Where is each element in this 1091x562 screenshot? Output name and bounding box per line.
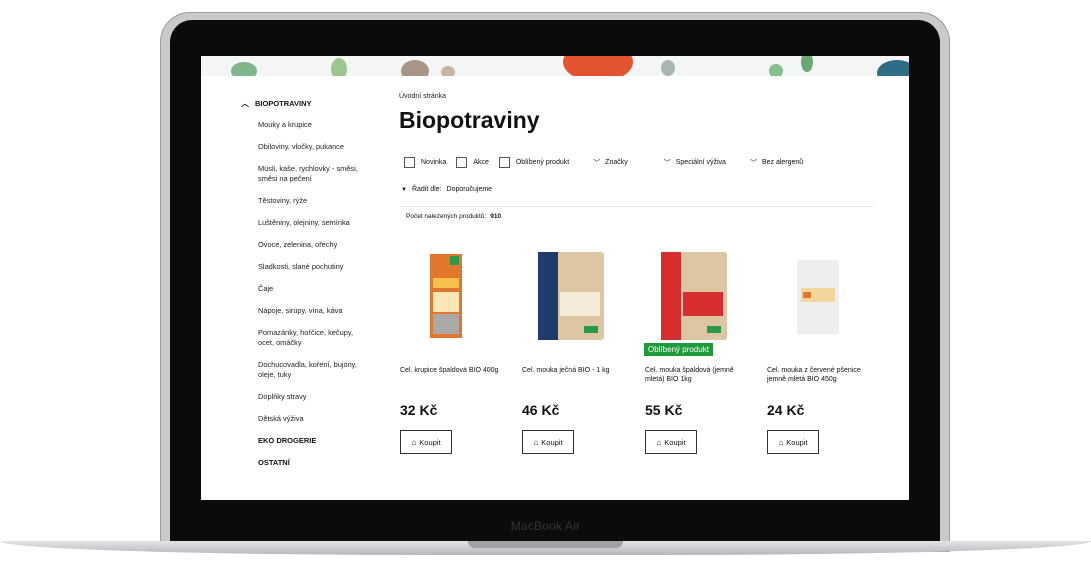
- checkbox[interactable]: [498, 157, 510, 168]
- leaf-decoration: [231, 62, 257, 76]
- product-card[interactable]: Oblíbený produkt Cel. mouka špaldová (je…: [644, 248, 755, 454]
- buy-button[interactable]: ⌂ Koupit: [522, 430, 574, 454]
- leaf-decoration: [441, 66, 455, 76]
- sort-label: Řadit dle:: [411, 186, 442, 193]
- product-name[interactable]: Cel. mouka ječná BIO - 1 kg: [522, 366, 632, 394]
- shopping-bag-icon: ⌂: [656, 437, 662, 447]
- buy-button[interactable]: ⌂ Koupit: [645, 430, 697, 454]
- product-card[interactable]: Cel. krupice špaldová BIO 400g 32 Kč ⌂ K…: [400, 248, 510, 454]
- decorative-banner: [201, 56, 909, 76]
- sidebar-item[interactable]: Obiloviny, vločky, pukance: [258, 142, 371, 152]
- sidebar-item[interactable]: Čaje: [258, 284, 371, 294]
- dropdown-label: Bez alergenů: [761, 159, 804, 166]
- sidebar-item[interactable]: Sladkosti, slané pochutiny: [258, 262, 371, 272]
- dropdown-specialni-vyziva[interactable]: ﹀ Speciální výživa: [664, 158, 726, 168]
- filter-oblibeny-produkt[interactable]: Oblíbený produkt: [498, 157, 570, 168]
- product-package-image: [538, 252, 604, 340]
- filter-akce[interactable]: Akce: [456, 157, 489, 168]
- product-price: 24 Kč: [767, 402, 805, 418]
- buy-button[interactable]: ⌂ Koupit: [400, 430, 452, 454]
- sort-value: Doporučujeme: [446, 186, 493, 193]
- product-package-image: [430, 254, 462, 338]
- filter-label: Akce: [473, 159, 489, 166]
- shopping-bag-icon: ⌂: [411, 437, 417, 447]
- chevron-down-icon: ﹀: [749, 159, 757, 167]
- screen: ︿ BIOPOTRAVINY Mouky a krupice Obiloviny…: [201, 56, 909, 500]
- chevron-down-icon: ﹀: [663, 159, 671, 167]
- laptop-notch: [468, 541, 623, 548]
- category-biopotraviny[interactable]: ︿ BIOPOTRAVINY: [241, 98, 371, 109]
- sidebar-item[interactable]: Pomazánky, hořčice, kečupy, ocet, omáčky: [258, 328, 371, 348]
- sidebar-item[interactable]: Dětská výživa: [258, 414, 371, 424]
- product-image[interactable]: [522, 248, 632, 346]
- sidebar-item[interactable]: Nápoje, sirupy, vína, káva: [258, 306, 371, 316]
- sort-control[interactable]: ▼ Řadit dle: Doporučujeme: [401, 186, 492, 193]
- flower-decoration: [563, 56, 633, 76]
- category-ostatni[interactable]: OSTATNÍ: [258, 458, 371, 467]
- chevron-up-icon: ︿: [241, 99, 249, 108]
- product-image[interactable]: Oblíbený produkt: [644, 248, 755, 356]
- product-card[interactable]: Cel. mouka ječná BIO - 1 kg 46 Kč ⌂ Koup…: [522, 248, 632, 454]
- checkbox[interactable]: [404, 157, 415, 168]
- sidebar-item[interactable]: Mouky a krupice: [258, 120, 371, 130]
- buy-button[interactable]: ⌂ Koupit: [767, 430, 819, 454]
- sidebar-item[interactable]: Dochucovadla, koření, bujóny, oleje, tuk…: [258, 360, 371, 380]
- sidebar-item[interactable]: Těstoviny, rýže: [258, 196, 371, 206]
- shopping-bag-icon: ⌂: [533, 437, 539, 447]
- dropdown-label: Speciální výživa: [675, 159, 726, 166]
- sidebar-item[interactable]: Müsli, kaše, rychlovky - směsi, směsi na…: [258, 164, 371, 184]
- leaf-decoration: [331, 58, 347, 76]
- breadcrumb[interactable]: Úvodní stránka: [399, 93, 446, 100]
- product-price: 55 Kč: [645, 402, 683, 418]
- laptop-brand-label: MacBook Air: [510, 519, 581, 533]
- dropdown-znacky[interactable]: ﹀ Značky: [593, 158, 628, 168]
- favorite-product-badge: Oblíbený produkt: [644, 343, 713, 356]
- category-label: BIOPOTRAVINY: [255, 99, 312, 108]
- divider: [401, 206, 873, 207]
- filter-label: Novinka: [421, 159, 447, 166]
- product-name[interactable]: Cel. mouka z červené pšenice jemně mletá…: [767, 366, 877, 394]
- triangle-down-icon: ▼: [401, 186, 407, 193]
- product-package-image: [797, 260, 839, 334]
- buy-label: Koupit: [419, 437, 441, 447]
- shopping-bag-icon: ⌂: [778, 437, 784, 447]
- sidebar-item[interactable]: Ovoce, zelenina, ořechy: [258, 240, 371, 250]
- count-value: 910: [490, 213, 502, 220]
- leaf-decoration: [769, 64, 783, 76]
- leaf-decoration: [401, 60, 429, 76]
- category-eko-drogerie[interactable]: EKO DROGERIE: [258, 436, 371, 445]
- checkbox[interactable]: [456, 157, 468, 168]
- dropdown-bez-alergenu[interactable]: ﹀ Bez alergenů: [750, 158, 803, 168]
- dropdown-label: Značky: [605, 159, 628, 166]
- product-count: Počet nalezených produktů: 910: [406, 213, 501, 220]
- leaf-decoration: [801, 56, 813, 72]
- product-price: 46 Kč: [522, 402, 560, 418]
- category-sidebar: ︿ BIOPOTRAVINY Mouky a krupice Obiloviny…: [241, 98, 371, 480]
- product-name[interactable]: Cel. mouka špaldová (jemně mletá) BIO 1k…: [645, 366, 755, 394]
- count-label: Počet nalezených produktů:: [406, 213, 487, 220]
- sidebar-item[interactable]: Doplňky stravy: [258, 392, 371, 402]
- buy-label: Koupit: [664, 437, 686, 447]
- page-title: Biopotraviny: [399, 107, 540, 133]
- filter-bar: Novinka Akce Oblíbený produkt ﹀ Značky ﹀…: [404, 157, 803, 168]
- product-card[interactable]: Cel. mouka z červené pšenice jemně mletá…: [767, 248, 877, 454]
- buy-label: Koupit: [786, 437, 808, 447]
- sidebar-item[interactable]: Luštěniny, olejniny, semínka: [258, 218, 371, 228]
- product-image[interactable]: [400, 248, 510, 346]
- chevron-down-icon: ﹀: [593, 159, 601, 167]
- bird-decoration: [877, 60, 909, 76]
- product-image[interactable]: [767, 248, 877, 346]
- filter-label: Oblíbený produkt: [515, 159, 570, 166]
- leaf-decoration: [661, 60, 675, 76]
- product-name[interactable]: Cel. krupice špaldová BIO 400g: [400, 366, 510, 394]
- product-price: 32 Kč: [400, 402, 438, 418]
- buy-label: Koupit: [541, 437, 563, 447]
- filter-novinka[interactable]: Novinka: [404, 157, 446, 168]
- product-package-image: [661, 252, 727, 340]
